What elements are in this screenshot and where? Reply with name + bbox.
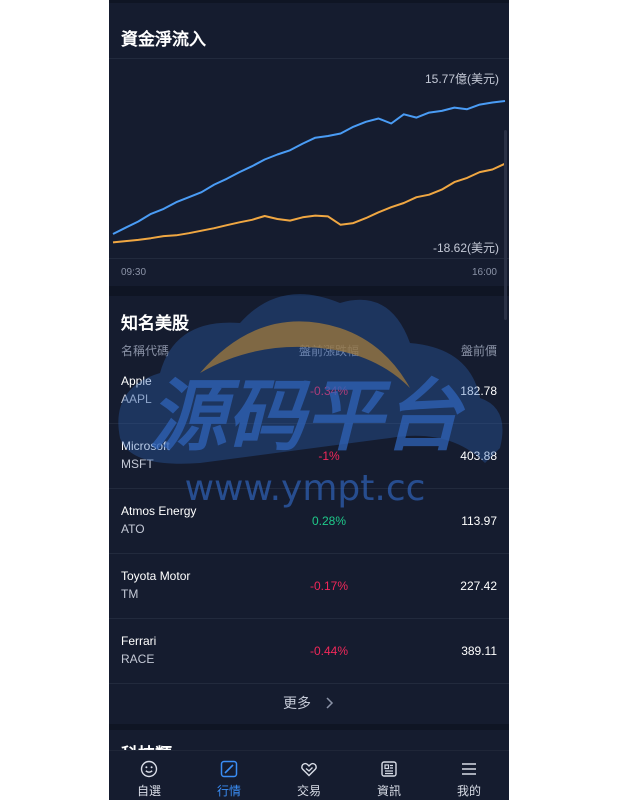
handshake-icon: [301, 762, 317, 777]
tab-label: 行情: [216, 784, 241, 798]
stock-change: 0.28%: [311, 514, 347, 528]
chart-time-start: 09:30: [121, 267, 147, 278]
net-flow-title: 資金淨流入: [121, 30, 206, 49]
stock-row-tm[interactable]: Toyota Motor TM -0.17% 227.42: [109, 553, 509, 619]
stock-row-msft[interactable]: Microsoft MSFT -1% 403.88: [109, 423, 509, 489]
stock-row-ato[interactable]: Atmos Energy ATO 0.28% 113.97: [109, 488, 509, 554]
stock-code: TM: [121, 587, 139, 601]
menu-icon: [462, 763, 476, 775]
stock-name: Microsoft: [121, 439, 170, 453]
stock-code: ATO: [121, 522, 145, 536]
col-header-name: 名稱代碼: [121, 344, 170, 358]
app-screen: 資金淨流入 15.77億(美元) -18.62(美元) 09:30 16:00 …: [109, 0, 509, 800]
stock-price: 182.78: [460, 384, 497, 398]
tab-trade[interactable]: 交易: [269, 751, 349, 800]
more-button[interactable]: 更多: [109, 683, 509, 723]
stock-row-aapl[interactable]: Apple AAPL -0.34% 182.78: [109, 358, 509, 424]
tab-watchlist[interactable]: 自選: [109, 751, 189, 800]
col-header-change: 盤前漲跌幅: [298, 344, 359, 358]
tab-label: 自選: [136, 784, 161, 798]
stock-change: -1%: [318, 449, 340, 463]
tab-label: 交易: [296, 784, 321, 798]
chart-series-line-0: [112, 100, 506, 235]
scrollbar[interactable]: [504, 130, 507, 320]
stock-name: Toyota Motor: [121, 569, 191, 583]
stock-code: AAPL: [121, 392, 152, 406]
net-flow-divider: [109, 58, 509, 59]
bottom-tab-bar: 自選 行情 交易 資訊 我的: [109, 750, 509, 800]
stock-name: Apple: [121, 374, 152, 388]
net-flow-card: 資金淨流入 15.77億(美元) -18.62(美元) 09:30 16:00: [109, 3, 509, 286]
chart-time-end: 16:00: [471, 267, 497, 278]
tab-news[interactable]: 資訊: [349, 751, 429, 800]
stock-change: -0.34%: [309, 384, 349, 398]
stock-code: MSFT: [121, 457, 154, 471]
stock-row-race[interactable]: Ferrari RACE -0.44% 389.11: [109, 618, 509, 684]
tab-profile[interactable]: 我的: [429, 751, 509, 800]
net-flow-chart: 15.77億(美元) -18.62(美元) 09:30 16:00: [109, 61, 509, 283]
chart-bottom-label: -18.62(美元): [432, 241, 499, 255]
stock-price: 113.97: [461, 514, 497, 528]
chart-icon: [220, 760, 238, 778]
stock-change: -0.17%: [309, 579, 349, 593]
stock-price: 403.88: [460, 449, 497, 463]
chevron-right-icon: [326, 697, 333, 709]
stock-price: 227.42: [460, 579, 497, 593]
stock-change: -0.44%: [309, 644, 349, 658]
news-icon: [381, 761, 397, 777]
chart-axis-line: [109, 258, 509, 259]
chart-series-line-1: [112, 162, 506, 244]
stock-code: RACE: [121, 652, 155, 666]
col-header-price: 盤前價: [460, 344, 497, 358]
stock-price: 389.11: [461, 644, 497, 658]
us-stocks-title: 知名美股: [121, 314, 189, 333]
tab-label: 資訊: [376, 784, 401, 798]
chart-top-label: 15.77億(美元): [424, 72, 499, 86]
stock-name: Atmos Energy: [121, 504, 197, 518]
tab-label: 我的: [456, 784, 481, 798]
stock-name: Ferrari: [121, 634, 157, 648]
smile-icon: [140, 760, 158, 778]
more-label: 更多: [283, 695, 312, 711]
tab-market[interactable]: 行情: [189, 751, 269, 800]
